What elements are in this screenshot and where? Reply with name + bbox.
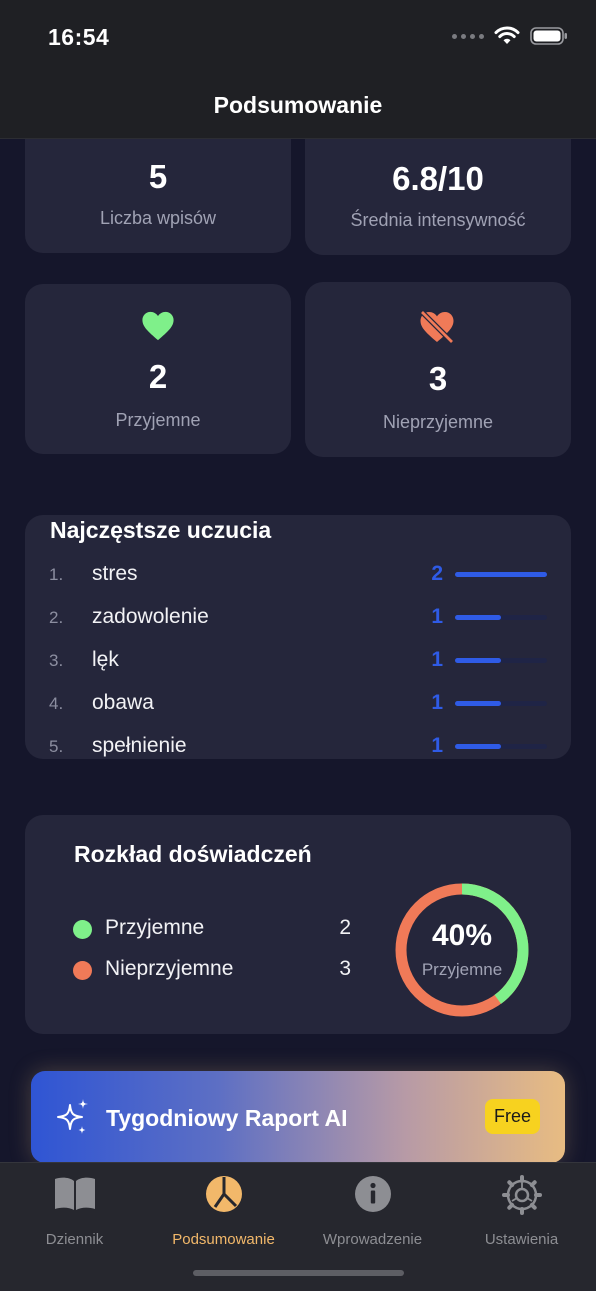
pie-chart-icon	[205, 1176, 242, 1212]
status-time: 16:54	[48, 24, 110, 50]
tab-dziennik-label: Dziennik	[45, 1231, 104, 1248]
feeling-row: 3. lęk 1	[49, 646, 547, 676]
feeling-name: stres	[92, 562, 138, 585]
feeling-row: 2. zadowolenie 1	[49, 603, 547, 633]
feeling-rank: 5.	[49, 737, 64, 756]
feeling-bar-track	[455, 572, 547, 577]
feeling-count: 1	[431, 691, 443, 714]
tab-podsumowanie[interactable]: Podsumowanie	[149, 1175, 298, 1248]
feeling-bar-track	[455, 701, 547, 706]
donut-percent: 40%	[431, 919, 493, 952]
feeling-rank: 4.	[49, 694, 64, 713]
banner-title: Tygodniowy Raport AI	[106, 1105, 348, 1131]
battery-icon	[530, 27, 567, 45]
intensity-value: 6.8/10	[392, 160, 484, 197]
donut-percent-label: Przyjemne	[421, 960, 503, 979]
feeling-count: 1	[431, 605, 443, 628]
stat-card-unpleasant: 3 Nieprzyjemne	[305, 282, 571, 457]
feeling-bar-fill	[455, 701, 501, 706]
heart-slash-icon	[419, 310, 455, 349]
pleasant-count: 2	[148, 358, 168, 395]
tab-podsumowanie-label: Podsumowanie	[172, 1231, 275, 1248]
feeling-name: obawa	[92, 691, 154, 714]
feeling-rank: 2.	[49, 608, 64, 627]
book-icon	[54, 1177, 95, 1210]
signal-icon	[452, 33, 484, 39]
feeling-rank: 3.	[49, 651, 64, 670]
weekly-ai-report-banner[interactable]: Tygodniowy Raport AI Free	[31, 1071, 565, 1163]
page-title: Podsumowanie	[213, 92, 383, 118]
feeling-name: spełnienie	[92, 734, 187, 757]
feeling-row: 5. spełnienie 1	[49, 732, 547, 759]
legend-unpleasant-value: 3	[339, 957, 351, 980]
feeling-count: 1	[431, 648, 443, 671]
unpleasant-dot	[73, 961, 92, 980]
feeling-bar-track	[455, 658, 547, 663]
distribution-title: Rozkład doświadczeń	[74, 841, 312, 867]
feeling-bar-track	[455, 615, 547, 620]
legend-unpleasant-label: Nieprzyjemne	[105, 957, 234, 980]
pleasant-dot	[73, 920, 92, 939]
feeling-name: zadowolenie	[92, 605, 209, 628]
top-feelings-card: Najczęstsze uczucia 1. stres 2 2. zadowoleni…	[25, 515, 571, 759]
legend-pleasant: Przyjemne 2	[73, 914, 351, 944]
feeling-bar-fill	[455, 572, 547, 577]
feeling-name: lęk	[92, 648, 119, 671]
home-indicator	[193, 1270, 404, 1276]
tab-wprowadzenie[interactable]: Wprowadzenie	[298, 1175, 447, 1248]
feeling-bar-fill	[455, 615, 501, 620]
unpleasant-count: 3	[428, 360, 448, 397]
entries-label: Liczba wpisów	[99, 208, 217, 228]
entries-count: 5	[148, 158, 168, 195]
tab-wprowadzenie-label: Wprowadzenie	[322, 1231, 423, 1248]
info-icon	[354, 1176, 391, 1212]
top-feelings-title: Najczęstsze uczucia	[50, 517, 272, 543]
distribution-card: Rozkład doświadczeń Przyjemne 2 Nieprzyj…	[25, 815, 571, 1034]
tab-ustawienia-label: Ustawienia	[484, 1231, 559, 1248]
unpleasant-label: Nieprzyjemne	[382, 412, 494, 432]
gear-icon	[501, 1175, 542, 1215]
intensity-label: Średnia intensywność	[350, 210, 526, 230]
feeling-bar-track	[455, 744, 547, 749]
navigation-bar: 16:54 Podsumowanie	[0, 0, 596, 139]
tab-ustawienia[interactable]: Ustawienia	[447, 1175, 596, 1248]
wifi-icon	[494, 26, 520, 44]
status-icons	[452, 26, 568, 46]
pleasant-label: Przyjemne	[115, 410, 201, 430]
feeling-count: 2	[431, 562, 443, 585]
free-badge: Free	[484, 1099, 540, 1134]
legend-pleasant-value: 2	[339, 916, 351, 939]
tab-dziennik[interactable]: Dziennik	[0, 1175, 149, 1248]
heart-icon	[141, 310, 175, 347]
feeling-count: 1	[431, 734, 443, 757]
feeling-bar-fill	[455, 744, 501, 749]
feeling-bar-fill	[455, 658, 501, 663]
sparkles-icon	[55, 1098, 91, 1141]
feeling-row: 4. obawa 1	[49, 689, 547, 719]
feeling-row: 1. stres 2	[49, 560, 547, 590]
legend-unpleasant: Nieprzyjemne 3	[73, 955, 351, 985]
feeling-rank: 1.	[49, 565, 64, 584]
legend-pleasant-label: Przyjemne	[105, 916, 205, 939]
stat-card-pleasant: 2 Przyjemne	[25, 284, 291, 454]
